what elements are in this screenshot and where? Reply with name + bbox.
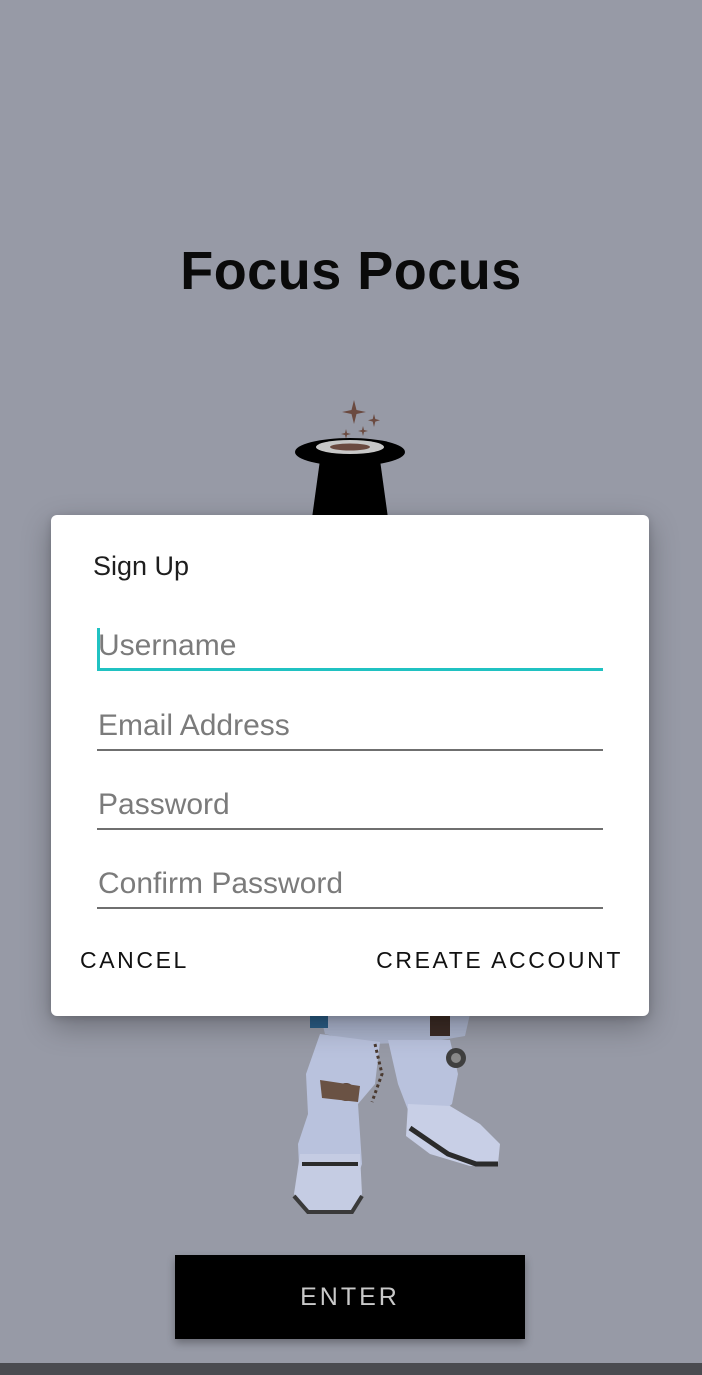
text-cursor <box>97 628 100 670</box>
navigation-bar <box>0 1363 702 1375</box>
enter-button[interactable]: ENTER <box>175 1255 525 1339</box>
email-address-input[interactable] <box>97 705 603 751</box>
sign-up-dialog: Sign Up CANCEL CREATE ACCOUNT <box>51 515 649 1016</box>
app-title: Focus Pocus <box>180 241 522 301</box>
confirm-password-input[interactable] <box>97 863 603 909</box>
create-account-button[interactable]: CREATE ACCOUNT <box>376 947 623 974</box>
cancel-button[interactable]: CANCEL <box>80 947 189 974</box>
dialog-title: Sign Up <box>93 551 190 581</box>
password-input[interactable] <box>97 784 603 830</box>
username-input[interactable] <box>97 625 603 671</box>
magic-hat-icon <box>295 400 405 518</box>
robot-character-image <box>292 1014 500 1214</box>
